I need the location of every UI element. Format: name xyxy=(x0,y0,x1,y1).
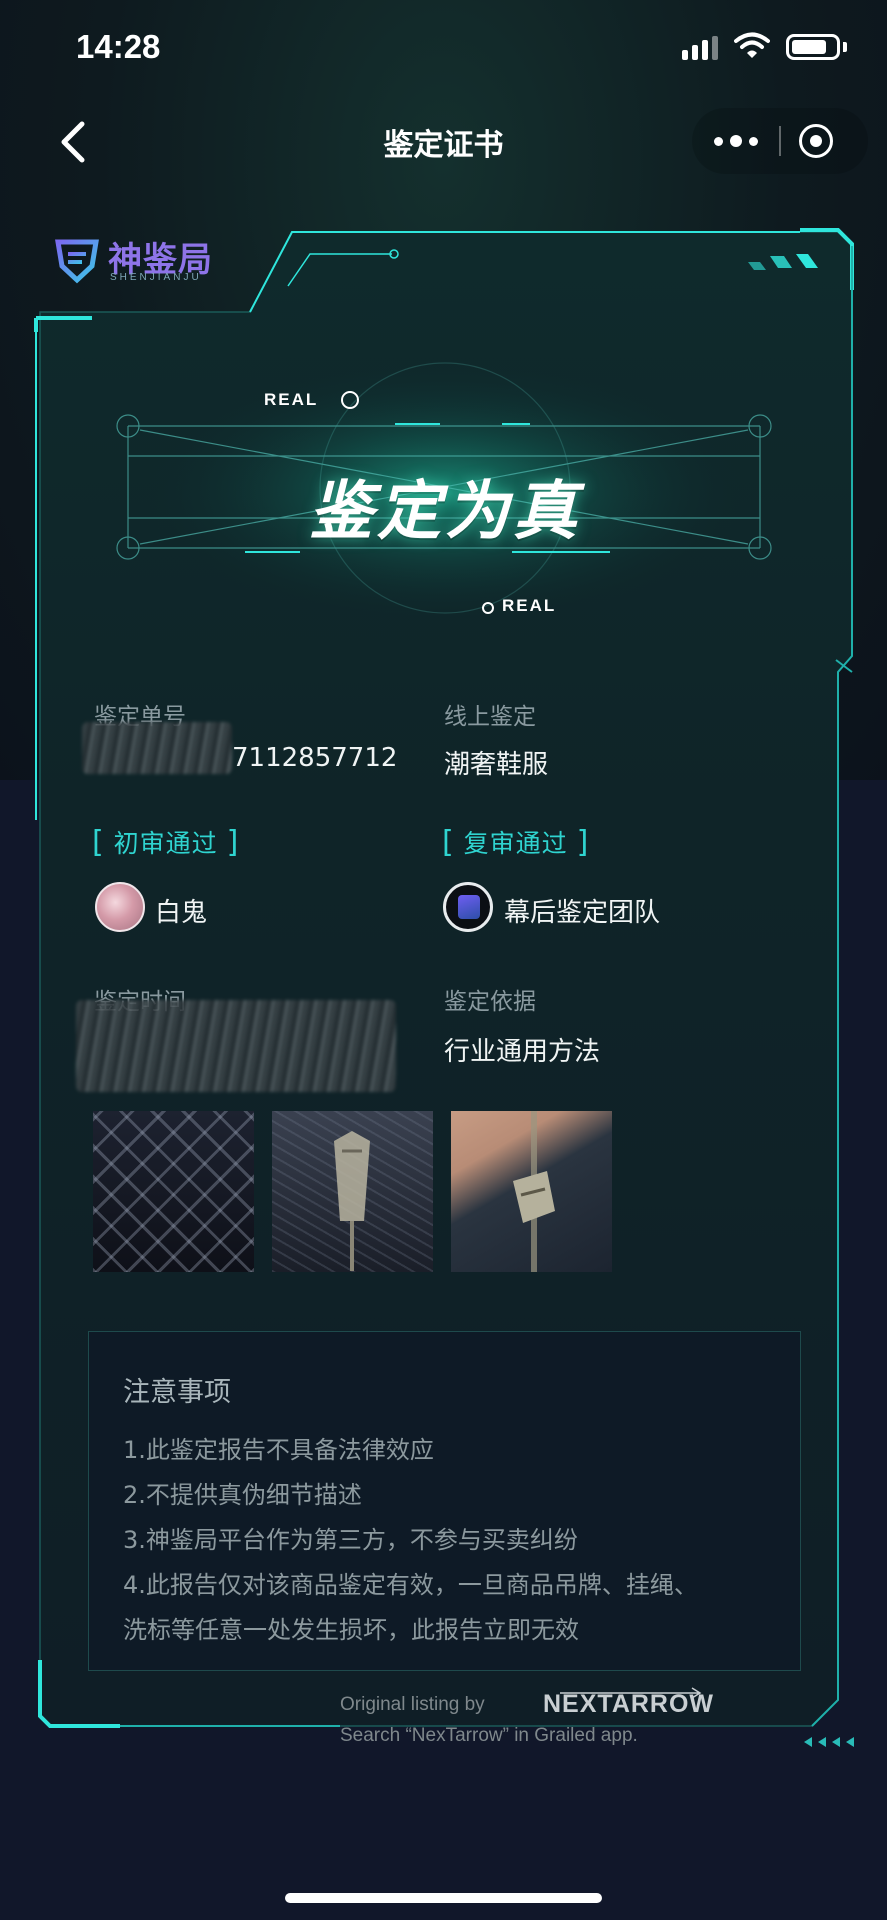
redacted-time xyxy=(76,1000,396,1092)
notice-item: 3.神鉴局平台作为第三方，不参与买卖纠纷 xyxy=(123,1526,578,1554)
watermark-line2: Search “NexTarrow” in Grailed app. xyxy=(340,1725,638,1746)
real-tag-bottom: REAL xyxy=(502,596,557,615)
product-photo[interactable] xyxy=(93,1111,254,1272)
real-tag-top: REAL xyxy=(264,390,319,409)
order-number-value: 7112857712 xyxy=(232,743,398,773)
brand-subtitle: SHENJIANJU xyxy=(110,272,202,283)
second-reviewer-name: 幕后鉴定团队 xyxy=(504,898,661,928)
notice-item: 洗标等任意一处发生损坏，此报告立即无效 xyxy=(123,1616,579,1644)
authentication-result: 鉴定为真 xyxy=(309,475,581,549)
product-photo[interactable] xyxy=(272,1111,433,1272)
arrow-icon xyxy=(560,1687,702,1699)
second-review-label: 复审通过 xyxy=(463,829,568,858)
zipper-pull-icon xyxy=(334,1131,370,1271)
second-review-tag: [ 复审通过 ] xyxy=(442,825,590,860)
basis-value: 行业通用方法 xyxy=(444,1037,601,1067)
category-value: 潮奢鞋服 xyxy=(444,750,549,780)
notice-item: 1.此鉴定报告不具备法律效应 xyxy=(123,1436,434,1464)
avatar xyxy=(443,882,493,932)
watermark-line1: Original listing by xyxy=(340,1694,485,1715)
online-authentication-label: 线上鉴定 xyxy=(444,704,536,730)
first-review-label: 初审通过 xyxy=(113,829,218,858)
notice-panel: 注意事项 1.此鉴定报告不具备法律效应 2.不提供真伪细节描述 3.神鉴局平台作… xyxy=(88,1331,801,1671)
notice-item: 2.不提供真伪细节描述 xyxy=(123,1481,362,1509)
redacted-order-prefix xyxy=(82,722,232,774)
shield-logo-icon xyxy=(55,239,99,284)
avatar xyxy=(95,882,145,932)
result-banner: REAL 鉴定为真 REAL xyxy=(120,380,770,620)
zipper-slider-icon xyxy=(513,1111,555,1272)
notice-title: 注意事项 xyxy=(123,1377,231,1408)
first-review-tag: [ 初审通过 ] xyxy=(92,825,240,860)
brand-logo: 神鉴局 SHENJIANJU xyxy=(50,232,240,288)
product-photo[interactable] xyxy=(451,1111,612,1272)
basis-label: 鉴定依据 xyxy=(444,989,536,1015)
notice-item: 4.此报告仅对该商品鉴定有效，一旦商品吊牌、挂绳、 xyxy=(123,1571,698,1599)
first-reviewer-name: 白鬼 xyxy=(155,898,208,928)
home-indicator[interactable] xyxy=(285,1893,602,1903)
